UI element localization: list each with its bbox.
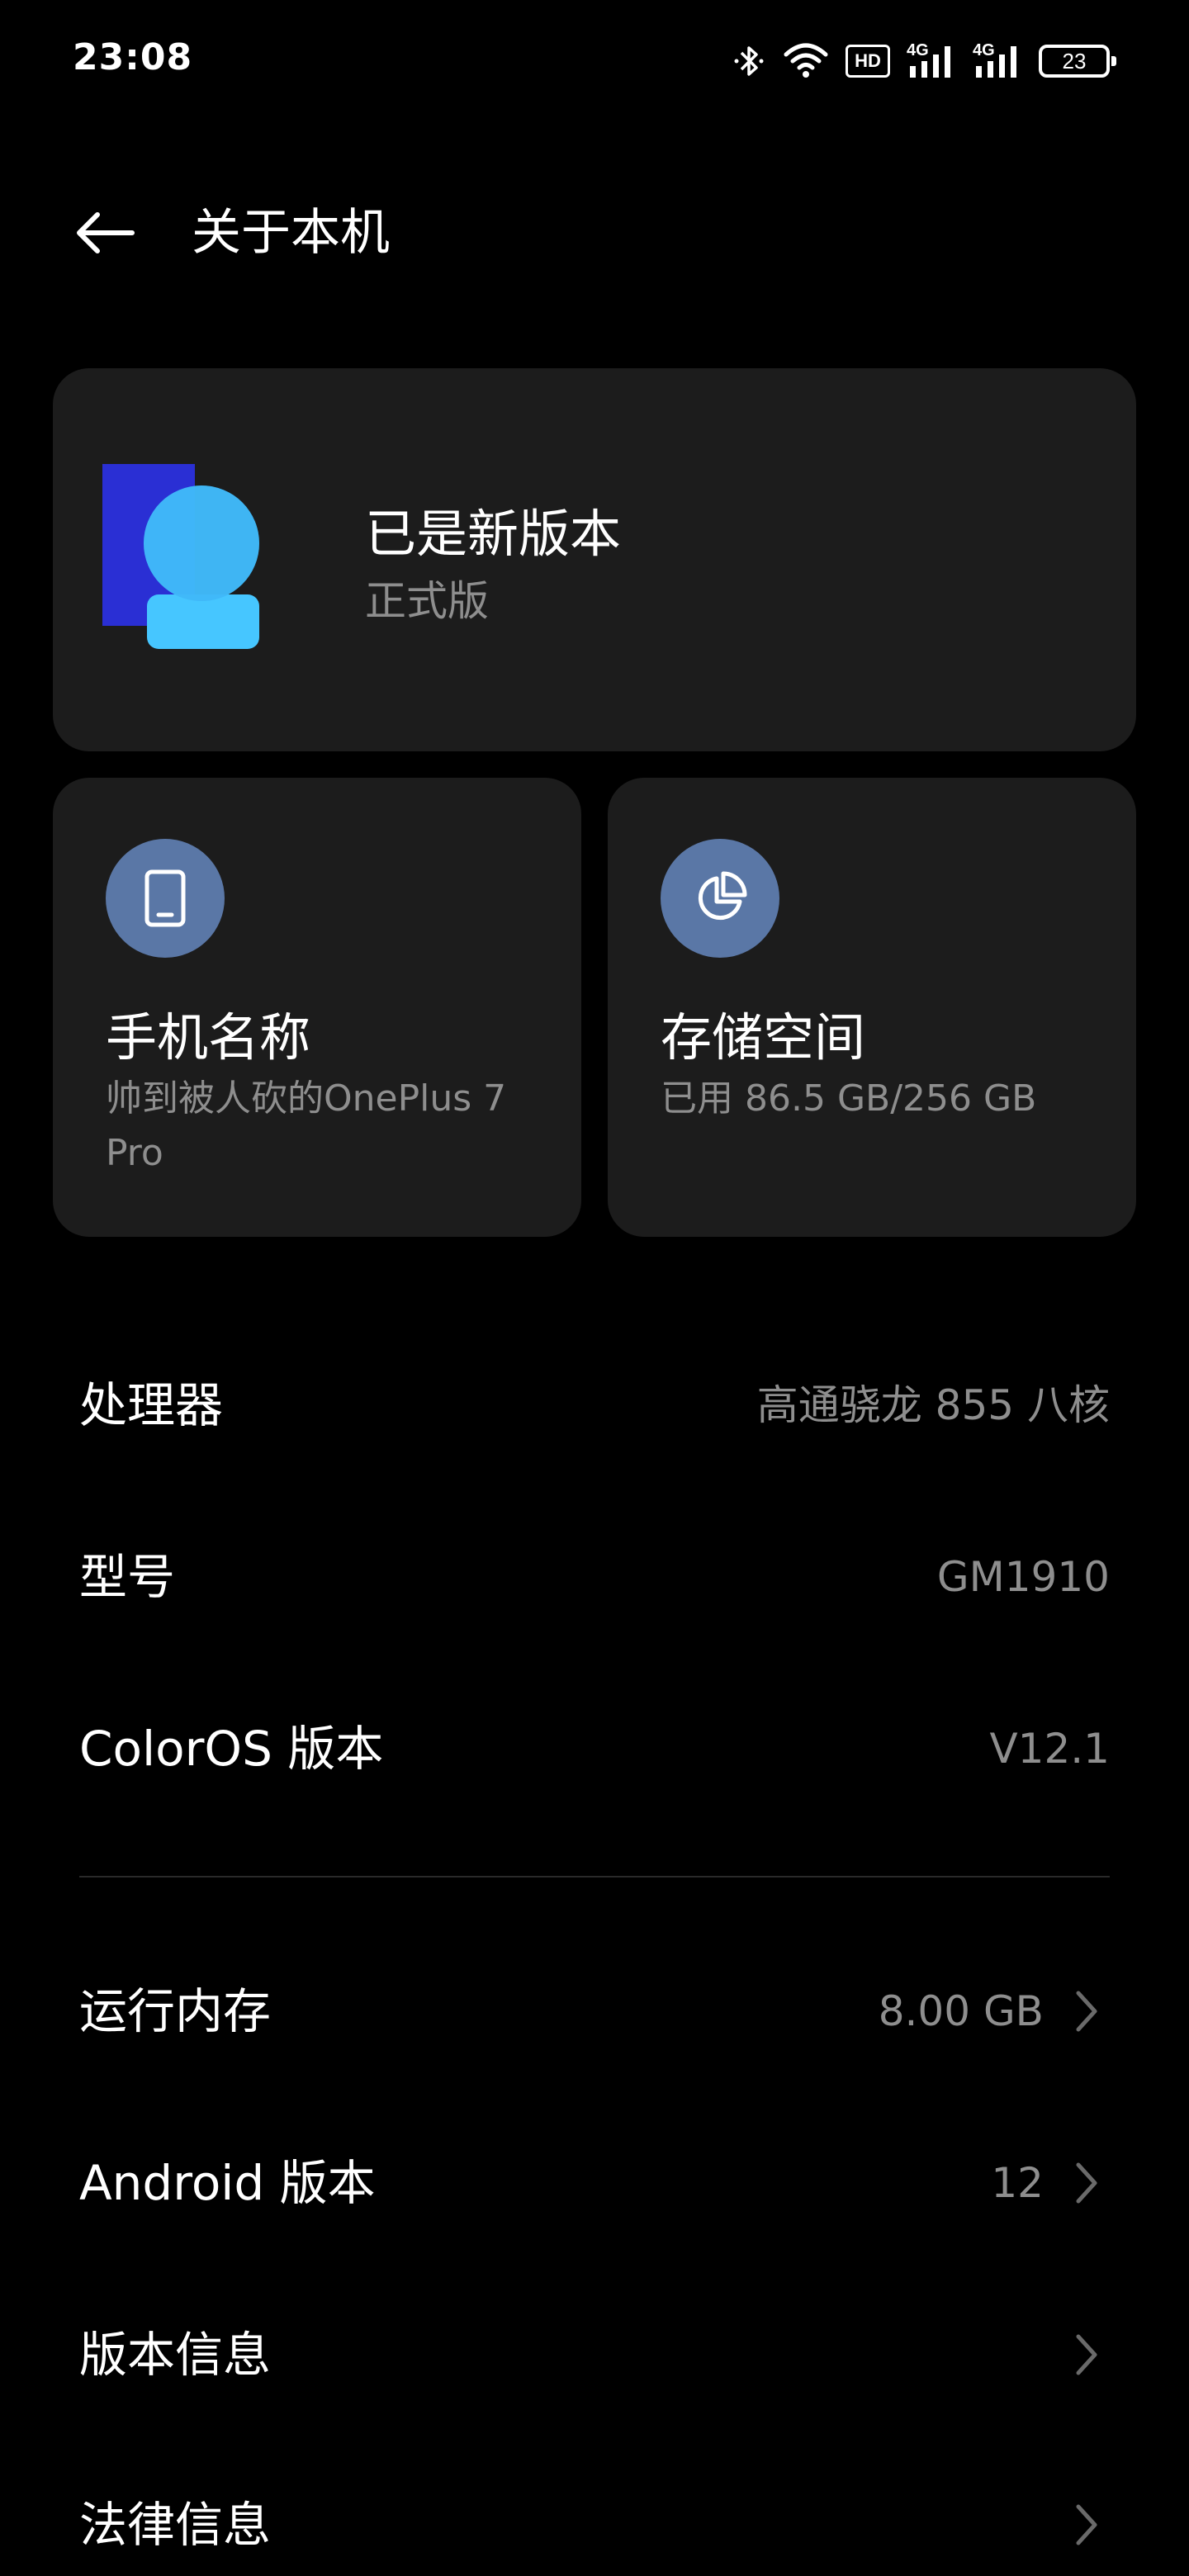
row-label: Android 版本 xyxy=(79,2155,376,2211)
row-label: 法律信息 xyxy=(79,2497,272,2553)
status-time: 23:08 xyxy=(73,36,193,78)
info-row-ram[interactable]: 运行内存 8.00 GB xyxy=(79,1962,1110,2061)
storage-value: 已用 86.5 GB/256 GB xyxy=(661,1077,1037,1120)
chevron-right-icon xyxy=(1063,2502,1110,2548)
chevron-right-icon xyxy=(1063,2332,1110,2378)
row-label: 处理器 xyxy=(79,1377,224,1433)
row-value: 12 xyxy=(991,2159,1044,2207)
update-title: 已是新版本 xyxy=(365,504,622,564)
row-label: 运行内存 xyxy=(79,1983,272,2039)
row-label: 版本信息 xyxy=(79,2327,272,2383)
row-value: GM1910 xyxy=(936,1553,1110,1601)
battery-icon: 23 xyxy=(1039,45,1116,78)
storage-title: 存储空间 xyxy=(661,1007,866,1068)
coloros-logo xyxy=(102,464,259,649)
hd-icon: HD xyxy=(846,45,890,78)
phone-name-title: 手机名称 xyxy=(106,1007,311,1068)
chevron-right-icon xyxy=(1063,2160,1110,2206)
info-row-model: 型号 GM1910 xyxy=(79,1527,1110,1627)
header: 关于本机 xyxy=(0,165,1189,297)
page-title: 关于本机 xyxy=(192,204,390,262)
bluetooth-icon xyxy=(733,41,766,81)
phone-icon xyxy=(106,839,225,958)
signal-4g-icon: 4G xyxy=(973,41,1022,81)
signal-4g-icon: 4G xyxy=(907,41,956,81)
row-value: 高通骁龙 855 八核 xyxy=(756,1381,1110,1429)
info-row-version-info[interactable]: 版本信息 xyxy=(79,2305,1110,2404)
phone-name-value: 帅到被人砍的OnePlus 7 Pro xyxy=(106,1077,507,1174)
info-row-legal-info[interactable]: 法律信息 xyxy=(79,2475,1110,2574)
battery-level: 23 xyxy=(1062,48,1087,73)
back-button[interactable] xyxy=(69,198,139,268)
status-bar: 23:08 HD 4G 4G 23 xyxy=(0,0,1189,124)
phone-name-card[interactable]: 手机名称 帅到被人砍的OnePlus 7 Pro xyxy=(53,778,581,1237)
info-row-processor: 处理器 高通骁龙 855 八核 xyxy=(79,1356,1110,1455)
info-row-coloros-version: ColorOS 版本 V12.1 xyxy=(79,1699,1110,1798)
row-label: 型号 xyxy=(79,1549,176,1605)
update-status-card[interactable]: 已是新版本 正式版 xyxy=(53,368,1136,751)
hd-label: HD xyxy=(855,50,881,71)
row-label: ColorOS 版本 xyxy=(79,1721,384,1777)
back-arrow-icon xyxy=(77,212,135,253)
pie-chart-icon xyxy=(661,839,779,958)
divider xyxy=(79,1876,1110,1878)
chevron-right-icon xyxy=(1063,1988,1110,2034)
row-value: 8.00 GB xyxy=(878,1987,1044,2035)
storage-card[interactable]: 存储空间 已用 86.5 GB/256 GB xyxy=(608,778,1136,1237)
wifi-icon xyxy=(783,41,829,81)
info-row-android-version[interactable]: Android 版本 12 xyxy=(79,2133,1110,2233)
status-icons: HD 4G 4G 23 xyxy=(733,36,1116,86)
update-subtitle: 正式版 xyxy=(365,577,489,625)
row-value: V12.1 xyxy=(989,1725,1110,1773)
